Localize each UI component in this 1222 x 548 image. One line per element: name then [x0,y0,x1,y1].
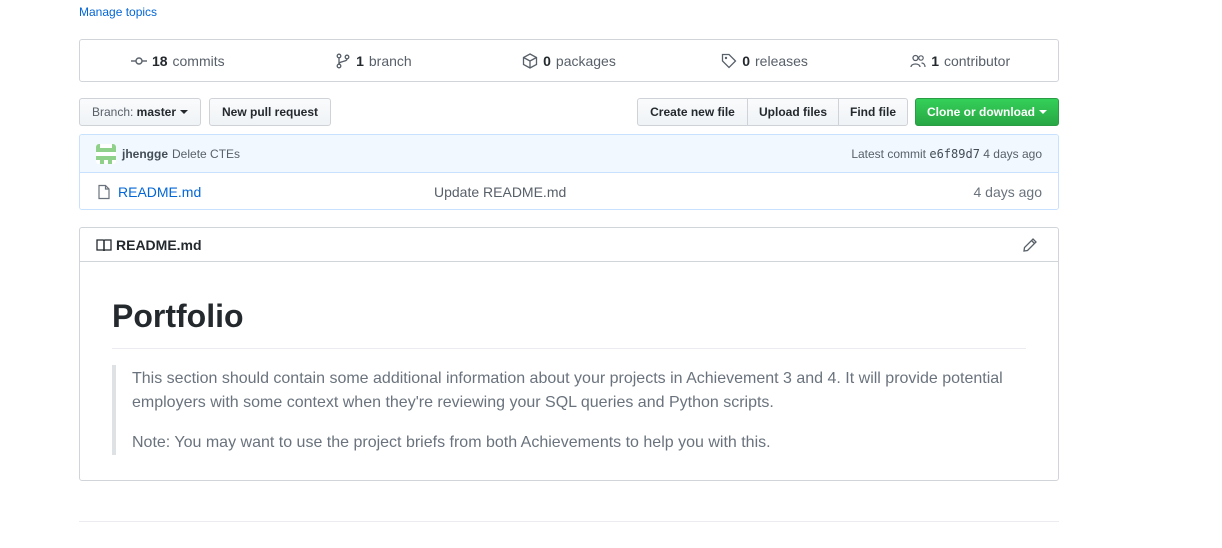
readme-body: Portfolio This section should contain so… [80,262,1058,455]
branch-icon [336,53,350,68]
branch-select-button[interactable]: Branch: master [79,98,201,126]
commit-author-link[interactable]: jhengge [122,147,168,161]
upload-files-button[interactable]: Upload files [747,98,839,126]
caret-down-icon [1039,110,1047,114]
contributor-stat[interactable]: 1 contributor [862,53,1058,69]
branch-stat[interactable]: 1 branch [276,53,472,69]
file-commit-message-link[interactable]: Update README.md [434,184,566,200]
commits-stat[interactable]: 18 commits [80,53,276,69]
branch-count: 1 [356,52,364,69]
package-icon [522,52,538,69]
branch-prefix: Branch: [91,105,134,119]
file-table: jhengge Delete CTEs Latest commit e6f89d… [79,134,1059,210]
table-row: README.md Update README.md 4 days ago [80,173,1058,209]
pencil-icon[interactable] [1022,237,1038,253]
latest-commit-bar: jhengge Delete CTEs Latest commit e6f89d… [80,135,1058,173]
find-file-button[interactable]: Find file [838,98,908,126]
new-pull-request-button[interactable]: New pull request [209,98,331,126]
divider [79,521,1059,522]
packages-count: 0 [543,52,551,69]
tag-icon [722,53,737,68]
numbers-summary: 18 commits 1 branch 0 packages 0 release… [79,39,1059,82]
create-new-file-button[interactable]: Create new file [637,98,748,126]
packages-stat[interactable]: 0 packages [471,53,667,69]
avatar[interactable] [96,143,116,164]
commits-count: 18 [151,52,168,69]
readme-panel: README.md Portfolio This section should … [79,227,1059,481]
readme-paragraph: This section should contain some additio… [132,370,1003,411]
branch-label: branch [368,52,412,69]
file-name-link[interactable]: README.md [118,184,434,200]
caret-down-icon [180,110,189,114]
contributor-label: contributor [943,52,1011,69]
readme-filename: README.md [116,236,202,253]
commit-age: 4 days ago [983,146,1042,161]
readme-header: README.md [80,228,1058,262]
releases-label: releases [755,52,808,69]
readme-paragraph: Note: You may want to use the project br… [132,434,771,451]
commit-meta: Latest commit e6f89d7 4 days ago [851,147,1042,161]
clone-label: Clone or download [927,105,1035,119]
manage-topics-link[interactable]: Manage topics [79,5,157,19]
readme-title: Portfolio [112,296,1026,349]
latest-commit-prefix: Latest commit [851,146,927,161]
contributor-count: 1 [931,52,939,69]
branch-name: master [136,105,177,119]
book-icon [96,238,112,251]
people-icon [910,54,926,67]
commit-message-link[interactable]: Delete CTEs [172,147,240,161]
clone-or-download-button[interactable]: Clone or download [915,98,1059,126]
readme-blockquote: This section should contain some additio… [112,365,1026,455]
releases-count: 0 [742,52,751,69]
commits-label: commits [172,52,225,69]
file-icon [98,184,110,199]
file-age: 4 days ago [973,183,1043,200]
releases-stat[interactable]: 0 releases [667,53,863,69]
commit-icon [130,56,147,65]
packages-label: packages [555,52,616,69]
commit-sha-link[interactable]: e6f89d7 [929,147,980,161]
